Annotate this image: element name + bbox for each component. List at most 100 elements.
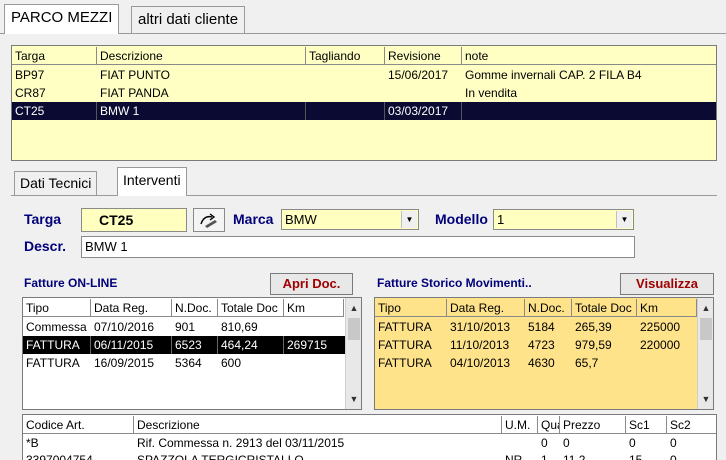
scroll-up-icon[interactable]: ▲ bbox=[698, 300, 713, 316]
col-header-sc2[interactable]: Sc2 bbox=[667, 416, 716, 434]
cell-ndoc: 6523 bbox=[172, 336, 218, 354]
col-header-ndoc[interactable]: N.Doc. bbox=[525, 299, 572, 317]
col-header-quan[interactable]: Quan bbox=[538, 416, 560, 434]
col-header-totale[interactable]: Totale Doc bbox=[572, 299, 637, 317]
col-header-descrizione[interactable]: Descrizione bbox=[134, 416, 502, 434]
cell-sc1: 0 bbox=[629, 436, 636, 450]
marca-select[interactable]: BMW ▼ bbox=[281, 209, 419, 230]
storico-row[interactable]: FATTURA 31/10/2013 5184 265,39 225000 bbox=[375, 318, 713, 336]
scroll-up-icon[interactable]: ▲ bbox=[346, 300, 361, 316]
cell-tagliando bbox=[306, 102, 385, 120]
cell-tipo: FATTURA bbox=[23, 336, 91, 354]
fatture-online-scrollbar[interactable]: ▲ ▼ bbox=[345, 298, 361, 409]
cell-data: 11/10/2013 bbox=[450, 338, 510, 352]
cell-totale: 979,59 bbox=[575, 338, 612, 352]
cell-revisione: 15/06/2017 bbox=[388, 68, 449, 82]
cell-descrizione: FIAT PUNTO bbox=[100, 68, 171, 82]
tab-altri-dati-cliente[interactable]: altri dati cliente bbox=[131, 6, 246, 33]
fatture-storico-grid[interactable]: Tipo Data Reg. N.Doc. Totale Doc Km FATT… bbox=[374, 297, 714, 410]
cell-note: In vendita bbox=[465, 86, 518, 100]
articoli-header: Codice Art. Descrizione U.M. Quan Prezzo… bbox=[23, 416, 716, 434]
cell-tipo: FATTURA bbox=[26, 356, 80, 370]
scroll-thumb[interactable] bbox=[700, 318, 712, 340]
apri-doc-button[interactable]: Apri Doc. bbox=[270, 273, 353, 295]
cell-data: 06/11/2015 bbox=[91, 336, 172, 354]
chevron-down-icon[interactable]: ▼ bbox=[401, 211, 417, 228]
cell-quan: 0 bbox=[541, 436, 548, 450]
cell-ndoc: 4630 bbox=[528, 356, 555, 370]
vehicle-row[interactable]: CR87 FIAT PANDA In vendita bbox=[12, 84, 716, 102]
col-header-note[interactable]: note bbox=[462, 47, 716, 65]
cell-tagliando bbox=[306, 66, 385, 84]
fattura-row[interactable]: Commessa 07/10/2016 901 810,69 bbox=[23, 318, 361, 336]
col-header-km[interactable]: Km bbox=[637, 299, 697, 317]
col-header-tipo[interactable]: Tipo bbox=[375, 299, 447, 317]
cell-totale: 464,24 bbox=[218, 336, 284, 354]
col-header-data-reg[interactable]: Data Reg. bbox=[91, 299, 172, 317]
col-header-prezzo[interactable]: Prezzo bbox=[560, 416, 626, 434]
tab-dati-tecnici[interactable]: Dati Tecnici bbox=[14, 171, 98, 195]
col-header-totale[interactable]: Totale Doc bbox=[218, 299, 284, 317]
modello-select[interactable]: 1 ▼ bbox=[493, 209, 634, 230]
cell-um bbox=[502, 434, 538, 452]
vehicles-header: Targa Descrizione Tagliando Revisione no… bbox=[12, 47, 716, 65]
cell-km bbox=[284, 318, 344, 336]
articoli-grid[interactable]: Codice Art. Descrizione U.M. Quan Prezzo… bbox=[22, 414, 717, 460]
cell-data: 16/09/2015 bbox=[94, 356, 155, 370]
articolo-row[interactable]: 3397004754 SPAZZOLA TERGICRISTALLO NR 1 … bbox=[23, 451, 716, 460]
articolo-row[interactable]: *B Rif. Commessa n. 2913 del 03/11/2015 … bbox=[23, 434, 716, 452]
fattura-row-selected[interactable]: FATTURA 06/11/2015 6523 464,24 269715 bbox=[23, 336, 361, 354]
col-header-revisione[interactable]: Revisione bbox=[385, 47, 462, 65]
cell-data: 04/10/2013 bbox=[450, 356, 511, 370]
cell-descrizione: SPAZZOLA TERGICRISTALLO bbox=[137, 453, 304, 460]
cell-km bbox=[637, 354, 697, 372]
vehicle-row-selected[interactable]: CT25 BMW 1 03/03/2017 bbox=[12, 102, 716, 120]
col-header-um[interactable]: U.M. bbox=[502, 416, 538, 434]
tab-interventi[interactable]: Interventi bbox=[117, 167, 187, 196]
col-header-data-reg[interactable]: Data Reg. bbox=[447, 299, 525, 317]
tab-parco-mezzi[interactable]: PARCO MEZZI bbox=[4, 4, 120, 34]
cell-tipo: FATTURA bbox=[378, 320, 432, 334]
visualizza-button[interactable]: Visualizza bbox=[620, 273, 714, 295]
cell-quan: 1 bbox=[541, 453, 548, 460]
col-header-descrizione[interactable]: Descrizione bbox=[97, 47, 306, 65]
col-header-targa[interactable]: Targa bbox=[12, 47, 97, 65]
targa-label: Targa bbox=[24, 211, 62, 227]
col-header-tipo[interactable]: Tipo bbox=[23, 299, 91, 317]
cell-data: 31/10/2013 bbox=[450, 320, 511, 334]
col-header-tagliando[interactable]: Tagliando bbox=[306, 47, 385, 65]
cell-codice: 3397004754 bbox=[26, 453, 93, 460]
chevron-down-icon[interactable]: ▼ bbox=[616, 211, 632, 228]
cell-descrizione: Rif. Commessa n. 2913 del 03/11/2015 bbox=[137, 436, 345, 450]
targa-field[interactable]: CT25 bbox=[81, 208, 187, 232]
fattura-row[interactable]: FATTURA 16/09/2015 5364 600 bbox=[23, 354, 361, 372]
cell-tagliando bbox=[306, 84, 385, 102]
vehicle-row[interactable]: BP97 FIAT PUNTO 15/06/2017 Gomme inverna… bbox=[12, 66, 716, 84]
storico-row[interactable]: FATTURA 04/10/2013 4630 65,7 bbox=[375, 354, 713, 372]
cell-descrizione: BMW 1 bbox=[97, 102, 306, 120]
cell-prezzo: 11,2 bbox=[563, 453, 586, 460]
scroll-down-icon[interactable]: ▼ bbox=[698, 391, 713, 407]
fatture-storico-header: Tipo Data Reg. N.Doc. Totale Doc Km bbox=[375, 299, 713, 317]
col-header-ndoc[interactable]: N.Doc. bbox=[172, 299, 218, 317]
cell-totale: 600 bbox=[221, 356, 242, 370]
col-header-km[interactable]: Km bbox=[284, 299, 344, 317]
fatture-online-header: Tipo Data Reg. N.Doc. Totale Doc Km bbox=[23, 299, 361, 317]
col-header-codice[interactable]: Codice Art. bbox=[23, 416, 134, 434]
cell-sc2: 0 bbox=[670, 453, 677, 460]
cell-ndoc: 901 bbox=[175, 320, 196, 334]
cell-km: 269715 bbox=[287, 338, 328, 352]
storico-row[interactable]: FATTURA 11/10/2013 4723 979,59 220000 bbox=[375, 336, 713, 354]
pen-icon[interactable] bbox=[193, 208, 225, 232]
col-header-sc1[interactable]: Sc1 bbox=[626, 416, 667, 434]
cell-km: 225000 bbox=[640, 320, 681, 334]
fatture-storico-scrollbar[interactable]: ▲ ▼ bbox=[697, 298, 713, 409]
descr-field[interactable]: BMW 1 bbox=[81, 236, 635, 258]
cell-totale: 65,7 bbox=[575, 356, 599, 370]
scroll-down-icon[interactable]: ▼ bbox=[346, 391, 361, 407]
fatture-online-grid[interactable]: Tipo Data Reg. N.Doc. Totale Doc Km Comm… bbox=[22, 297, 362, 410]
vehicles-grid[interactable]: Targa Descrizione Tagliando Revisione no… bbox=[11, 45, 717, 161]
scroll-thumb[interactable] bbox=[348, 318, 360, 340]
cell-targa: BP97 bbox=[15, 68, 45, 82]
modello-value: 1 bbox=[497, 212, 505, 227]
